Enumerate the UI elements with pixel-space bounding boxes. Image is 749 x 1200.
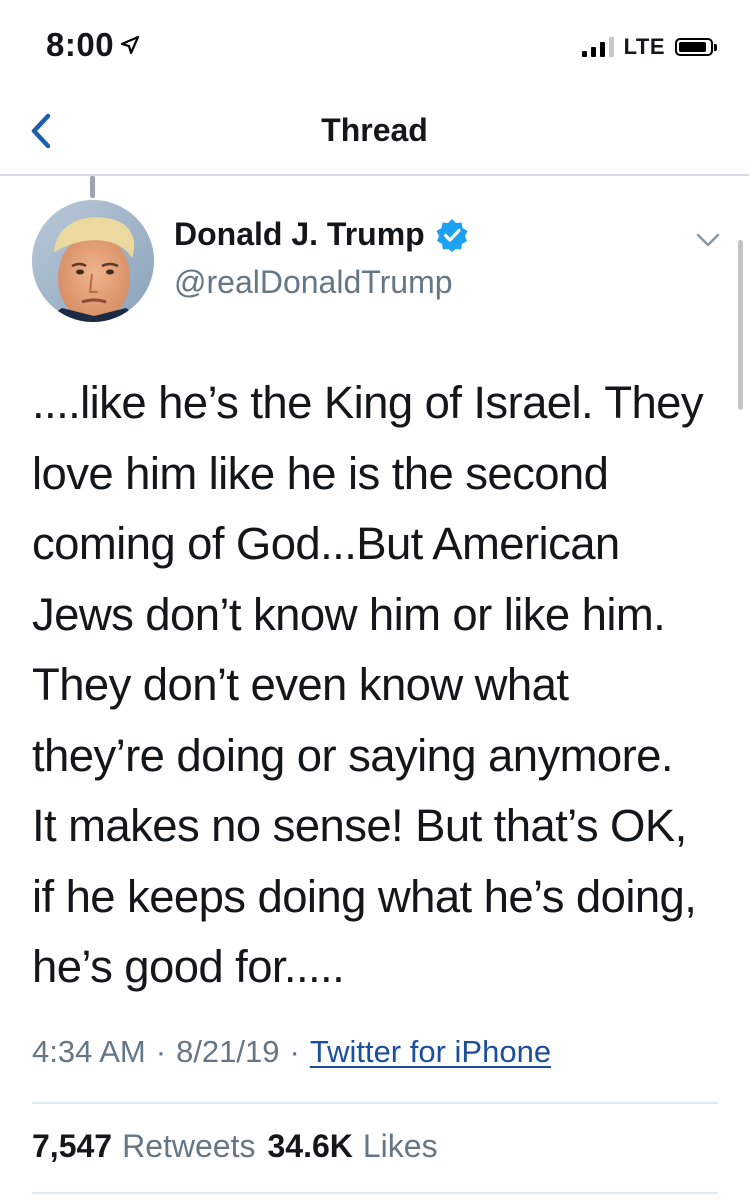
- author-name-text: Donald J. Trump: [174, 216, 425, 252]
- page-title: Thread: [321, 112, 428, 148]
- tweet-timestamp: 4:34 AM · 8/21/19 · Twitter for iPhone: [32, 1034, 551, 1070]
- tweet-text-line: he’s good for.....: [32, 941, 345, 992]
- chevron-down-icon[interactable]: [695, 230, 721, 250]
- signal-strength-icon: [581, 37, 614, 57]
- tweet-text-line: Jews don’t know him or like him.: [32, 588, 666, 640]
- thread-connector-line: [90, 176, 95, 198]
- status-time-text: 8:00: [46, 26, 115, 63]
- tweet-source-link[interactable]: Twitter for iPhone: [310, 1034, 551, 1070]
- tweet-text-line: It makes no sense! But that’s OK,: [32, 800, 687, 851]
- meta-separator: ·: [155, 1034, 167, 1069]
- avatar-image: [32, 200, 154, 322]
- divider: [32, 1192, 718, 1194]
- avatar[interactable]: [32, 200, 154, 322]
- author-handle[interactable]: @realDonaldTrump: [174, 264, 453, 301]
- divider: [32, 1102, 718, 1104]
- tweet-text-line: coming of God...But American: [32, 518, 620, 569]
- retweets-label: Retweets: [122, 1128, 256, 1164]
- nav-bar: Thread: [0, 92, 749, 176]
- retweets-stat[interactable]: 7,547 Retweets: [32, 1128, 255, 1165]
- tweet-date: 8/21/19: [176, 1034, 280, 1069]
- retweets-count: 7,547: [32, 1128, 113, 1164]
- location-arrow-icon: [120, 35, 140, 55]
- scroll-indicator[interactable]: [738, 240, 743, 410]
- tweet-text-line: they’re doing or saying anymore.: [32, 729, 674, 781]
- meta-separator: ·: [289, 1034, 300, 1069]
- tweet-text: ....like he’s the King of Israel. They l…: [32, 368, 732, 1003]
- verified-badge-icon: [436, 218, 468, 252]
- tweet-text-line: ....like he’s the King of Israel. They: [32, 377, 704, 428]
- tweet-text-line: love him like he is the second: [32, 447, 609, 499]
- tweet-text-line: if he keeps doing what he’s doing,: [32, 870, 697, 922]
- tweet-text-line: They don’t even know what: [32, 659, 569, 710]
- battery-icon: [675, 38, 717, 56]
- status-indicators: LTE: [581, 34, 717, 60]
- likes-stat[interactable]: 34.6K Likes: [267, 1128, 437, 1165]
- carrier-label: LTE: [623, 34, 665, 59]
- tweet-time: 4:34 AM: [32, 1034, 146, 1069]
- likes-label: Likes: [362, 1128, 438, 1164]
- tweet-stats: 7,547 Retweets 34.6K Likes: [32, 1128, 438, 1165]
- status-bar: 8:00 LTE: [0, 0, 749, 92]
- status-time: 8:00: [46, 26, 140, 64]
- author-name[interactable]: Donald J. Trump: [174, 216, 469, 253]
- likes-count: 34.6K: [267, 1128, 353, 1164]
